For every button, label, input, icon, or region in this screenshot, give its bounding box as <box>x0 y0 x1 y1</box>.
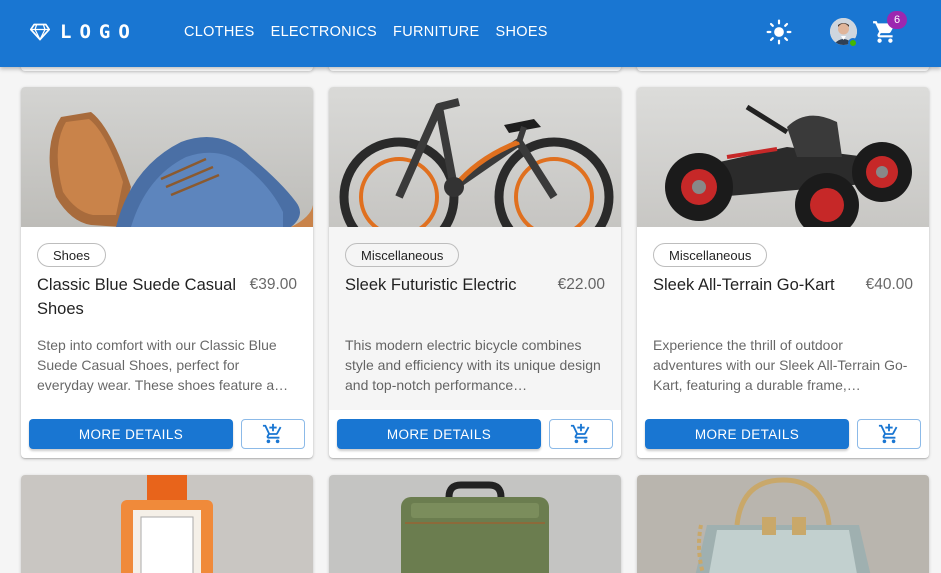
nav-clothes[interactable]: CLOTHES <box>176 20 263 44</box>
product-title: Sleek All-Terrain Go-Kart <box>653 276 835 294</box>
go-kart-image <box>637 87 929 227</box>
sun-icon[interactable] <box>766 19 792 45</box>
product-price: €39.00 <box>249 276 297 293</box>
green-suitcase-image[interactable] <box>329 475 621 573</box>
nav-shoes[interactable]: SHOES <box>488 20 556 44</box>
product-title: Classic Blue Suede Casual Shoes <box>37 276 237 318</box>
add-shopping-cart-icon <box>570 423 590 444</box>
more-details-button[interactable]: MORE DETAILS <box>645 419 849 449</box>
logo[interactable]: LOGO <box>30 20 138 44</box>
product-image[interactable] <box>329 87 621 227</box>
app-bar: LOGO CLOTHES ELECTRONICS FURNITURE SHOES… <box>0 0 941 67</box>
glossy-handbag-image[interactable] <box>637 475 929 573</box>
add-to-cart-button[interactable] <box>857 419 921 449</box>
electric-bicycle-image <box>329 87 621 227</box>
product-card[interactable] <box>637 475 929 573</box>
product-image[interactable] <box>21 87 313 227</box>
product-image[interactable] <box>637 87 929 227</box>
card-content: Miscellaneous Sleek Futuristic Electric … <box>329 227 621 410</box>
more-details-button[interactable]: MORE DETAILS <box>29 419 233 449</box>
online-status-dot <box>848 38 858 48</box>
product-card[interactable]: Miscellaneous Sleek All-Terrain Go-Kart … <box>637 87 929 458</box>
diamond-icon <box>30 23 50 41</box>
category-chip[interactable]: Miscellaneous <box>653 243 768 267</box>
category-nav: CLOTHES ELECTRONICS FURNITURE SHOES <box>176 20 556 44</box>
card-actions: MORE DETAILS <box>637 410 929 458</box>
product-price: €40.00 <box>865 276 913 293</box>
product-title: Sleek Futuristic Electric <box>345 276 517 294</box>
add-to-cart-button[interactable] <box>241 419 305 449</box>
product-card[interactable]: Shoes Classic Blue Suede Casual Shoes €3… <box>21 87 313 458</box>
nav-electronics[interactable]: ELECTRONICS <box>263 20 385 44</box>
card-content: Miscellaneous Sleek All-Terrain Go-Kart … <box>637 227 929 410</box>
nav-furniture[interactable]: FURNITURE <box>385 20 487 44</box>
card-actions: MORE DETAILS <box>329 410 621 458</box>
add-shopping-cart-icon <box>262 423 282 444</box>
blue-suede-shoes-image <box>21 87 313 227</box>
logo-text: LOGO <box>60 21 138 43</box>
category-chip[interactable]: Miscellaneous <box>345 243 460 267</box>
product-description: Step into comfort with our Classic Blue … <box>37 337 289 393</box>
product-price: €22.00 <box>557 276 605 293</box>
more-details-button[interactable]: MORE DETAILS <box>337 419 541 449</box>
card-actions: MORE DETAILS <box>21 410 313 458</box>
add-shopping-cart-icon <box>878 423 898 444</box>
product-card[interactable]: Miscellaneous Sleek Futuristic Electric … <box>329 87 621 458</box>
card-content: Shoes Classic Blue Suede Casual Shoes €3… <box>21 227 313 410</box>
product-card[interactable] <box>329 475 621 573</box>
product-description: This modern electric bicycle combines st… <box>345 337 601 393</box>
product-card[interactable] <box>21 475 313 573</box>
cart-count-badge: 6 <box>887 11 907 29</box>
perfume-image[interactable] <box>21 475 313 573</box>
category-chip[interactable]: Shoes <box>37 243 106 267</box>
product-description: Experience the thrill of outdoor adventu… <box>653 337 908 393</box>
add-to-cart-button[interactable] <box>549 419 613 449</box>
